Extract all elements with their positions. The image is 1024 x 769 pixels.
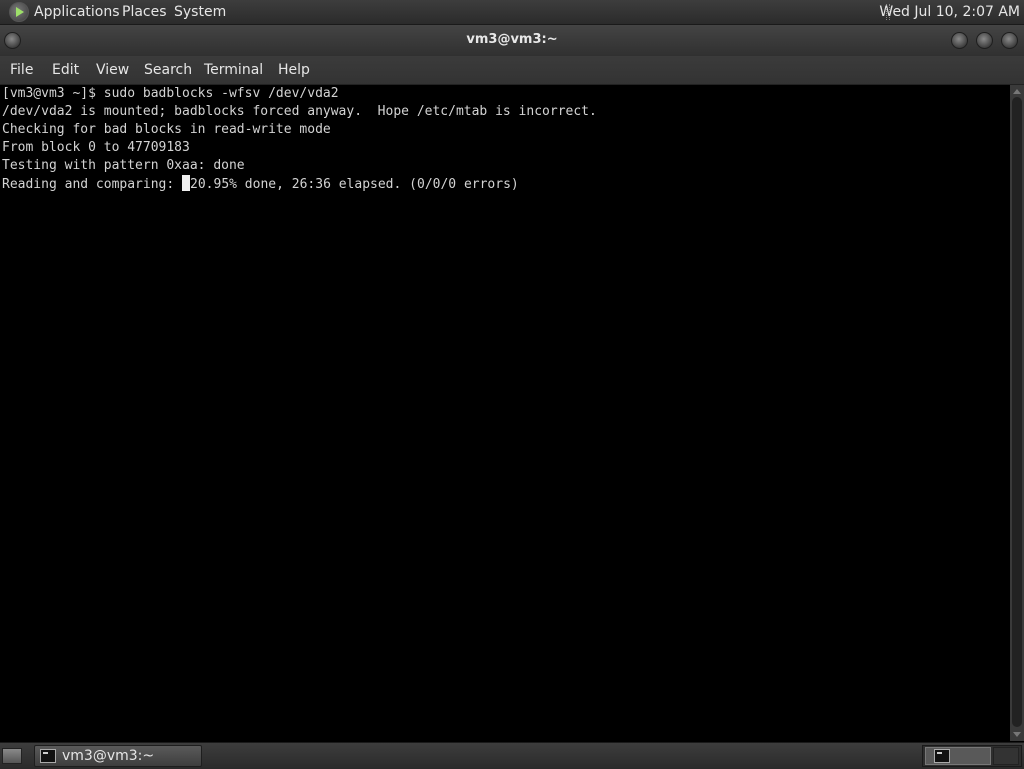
terminal-icon: [40, 749, 56, 763]
progress-prefix: Reading and comparing:: [2, 177, 183, 192]
applications-icon[interactable]: [9, 2, 29, 22]
taskbar-window-label: vm3@vm3:~: [62, 748, 155, 764]
workspace-2[interactable]: [993, 747, 1019, 765]
terminal-progress-line: Reading and comparing: 20.95% done, 26:3…: [2, 175, 1010, 193]
top-panel: Applications Places System Wed Jul 10, 2…: [0, 0, 1024, 25]
window-titlebar[interactable]: vm3@vm3:~: [0, 25, 1024, 56]
terminal-line: [vm3@vm3 ~]$ sudo badblocks -wfsv /dev/v…: [2, 86, 339, 101]
menu-terminal[interactable]: Terminal: [204, 62, 263, 78]
bottom-panel: vm3@vm3:~: [0, 742, 1024, 769]
workspace-1[interactable]: [925, 747, 991, 765]
minimize-button[interactable]: [951, 32, 968, 49]
window-title: vm3@vm3:~: [466, 32, 558, 47]
terminal-output[interactable]: [vm3@vm3 ~]$ sudo badblocks -wfsv /dev/v…: [0, 85, 1010, 741]
close-button[interactable]: [1001, 32, 1018, 49]
menu-view[interactable]: View: [96, 62, 129, 78]
menu-applications[interactable]: Applications: [34, 4, 120, 20]
maximize-button[interactable]: [976, 32, 993, 49]
text-cursor: [182, 175, 191, 191]
progress-status: 20.95% done, 26:36 elapsed. (0/0/0 error…: [190, 177, 519, 192]
menu-file[interactable]: File: [10, 62, 33, 78]
terminal-line: Testing with pattern 0xaa: done: [2, 158, 245, 173]
menubar: File Edit View Search Terminal Help: [0, 56, 1024, 85]
terminal-line: Checking for bad blocks in read-write mo…: [2, 122, 331, 137]
terminal-line: /dev/vda2 is mounted; badblocks forced a…: [2, 104, 597, 119]
menu-system[interactable]: System: [174, 4, 226, 20]
terminal-line: From block 0 to 47709183: [2, 140, 190, 155]
workspace-switcher[interactable]: [922, 745, 1022, 767]
menu-places[interactable]: Places: [122, 4, 167, 20]
show-desktop-icon[interactable]: [2, 748, 22, 764]
scrollbar-thumb[interactable]: [1012, 97, 1022, 727]
clock[interactable]: Wed Jul 10, 2:07 AM: [879, 4, 1020, 20]
taskbar-window-button[interactable]: vm3@vm3:~: [34, 745, 202, 767]
scroll-up-arrow-icon[interactable]: [1013, 89, 1021, 94]
menu-help[interactable]: Help: [278, 62, 310, 78]
terminal-scrollbar[interactable]: [1010, 85, 1024, 741]
menu-search[interactable]: Search: [144, 62, 192, 78]
terminal-icon: [934, 749, 950, 763]
menu-edit[interactable]: Edit: [52, 62, 79, 78]
scroll-down-arrow-icon[interactable]: [1013, 732, 1021, 737]
